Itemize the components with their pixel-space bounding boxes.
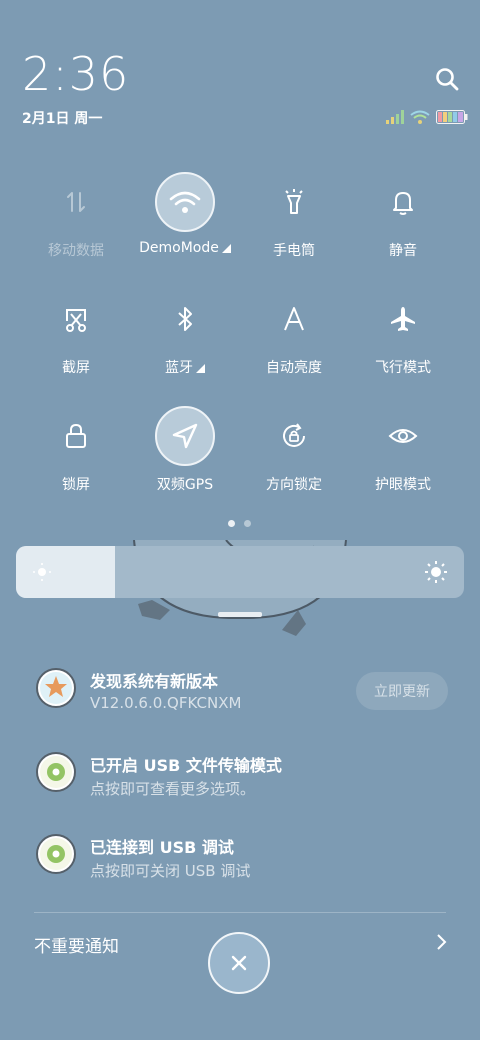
tile-label: 双频GPS: [156, 477, 214, 493]
notification-usb-debugging[interactable]: 已连接到 USB 调试 点按即可关闭 USB 调试: [36, 834, 456, 884]
wifi-icon: [410, 110, 430, 124]
notification-title: 已开启 USB 文件传输模式: [90, 756, 282, 775]
tile-label: 方向锁定: [266, 477, 322, 493]
brightness-high-icon: [425, 561, 447, 583]
clock[interactable]: 2:36: [22, 48, 129, 100]
tile-label-text: DemoMode: [139, 240, 219, 256]
battery-icon: [436, 110, 468, 124]
tile-airplane[interactable]: 飞行模式: [348, 289, 458, 377]
tile-label: 飞行模式: [375, 360, 431, 376]
tile-screenshot[interactable]: 截屏: [21, 289, 131, 377]
tile-label: 锁屏: [62, 477, 90, 493]
tile-lock-screen[interactable]: 锁屏: [21, 406, 131, 494]
screenshot-icon: [46, 289, 106, 349]
tile-label: 静音: [389, 243, 417, 259]
clear-all-button[interactable]: [208, 932, 270, 994]
notification-title: 已连接到 USB 调试: [90, 838, 234, 857]
airplane-icon: [373, 289, 433, 349]
page-dot: [244, 520, 251, 527]
brightness-low-icon: [33, 563, 51, 581]
bluetooth-icon: [155, 289, 215, 349]
tile-eye-care[interactable]: 护眼模式: [348, 406, 458, 494]
eye-icon: [373, 406, 433, 466]
date[interactable]: 2月1日 周一: [22, 108, 102, 128]
tile-label: 自动亮度: [266, 360, 322, 376]
expand-triangle-icon: [221, 244, 231, 253]
tile-label: 护眼模式: [375, 477, 431, 493]
settings-app-icon: [36, 752, 76, 792]
notification-subtitle: V12.0.6.0.QFKCNXM: [90, 694, 242, 712]
mobile-data-icon: [46, 172, 106, 232]
expand-triangle-icon: [196, 364, 205, 373]
tile-label: 蓝牙: [130, 357, 240, 377]
signal-icon: [386, 110, 404, 124]
notification-usb-file-transfer[interactable]: 已开启 USB 文件传输模式 点按即可查看更多选项。: [36, 752, 456, 802]
tile-label: 移动数据: [48, 243, 104, 259]
tile-flashlight[interactable]: 手电筒: [239, 172, 349, 260]
status-icons: [386, 108, 468, 126]
tile-auto-brightness[interactable]: 自动亮度: [239, 289, 349, 377]
divider: [34, 912, 446, 913]
settings-app-icon: [36, 834, 76, 874]
lock-icon: [46, 406, 106, 466]
tile-label: 手电筒: [273, 243, 315, 259]
update-now-button[interactable]: 立即更新: [356, 672, 448, 710]
tile-bluetooth[interactable]: 蓝牙: [130, 289, 240, 377]
updater-app-icon: [36, 668, 76, 708]
page-indicator: [228, 520, 251, 527]
close-icon: [231, 955, 247, 971]
page-dot-active: [228, 520, 235, 527]
notification-title: 发现系统有新版本: [90, 672, 219, 691]
notification-subtitle: 点按即可关闭 USB 调试: [90, 862, 251, 880]
notification-subtitle: 点按即可查看更多选项。: [90, 780, 256, 798]
tile-demomode[interactable]: DemoMode: [130, 172, 240, 256]
search-icon[interactable]: [434, 66, 462, 94]
gps-icon: [155, 406, 215, 466]
tile-label: 截屏: [62, 360, 90, 376]
tile-silent[interactable]: 静音: [348, 172, 458, 260]
brightness-slider[interactable]: [16, 546, 464, 598]
auto-brightness-icon: [264, 289, 324, 349]
unimportant-notifications-link[interactable]: 不重要通知: [34, 932, 119, 957]
chevron-right-icon[interactable]: [432, 932, 450, 952]
tile-label: DemoMode: [130, 240, 240, 256]
tile-label-text: 蓝牙: [165, 360, 193, 376]
flashlight-icon: [264, 172, 324, 232]
tile-mobile-data[interactable]: 移动数据: [21, 172, 131, 260]
tile-dual-gps[interactable]: 双频GPS: [130, 406, 240, 494]
brightness-fill: [16, 546, 115, 598]
wifi-icon: [155, 172, 215, 232]
rotation-lock-icon: [264, 406, 324, 466]
bell-icon: [373, 172, 433, 232]
tile-rotation-lock[interactable]: 方向锁定: [239, 406, 349, 494]
